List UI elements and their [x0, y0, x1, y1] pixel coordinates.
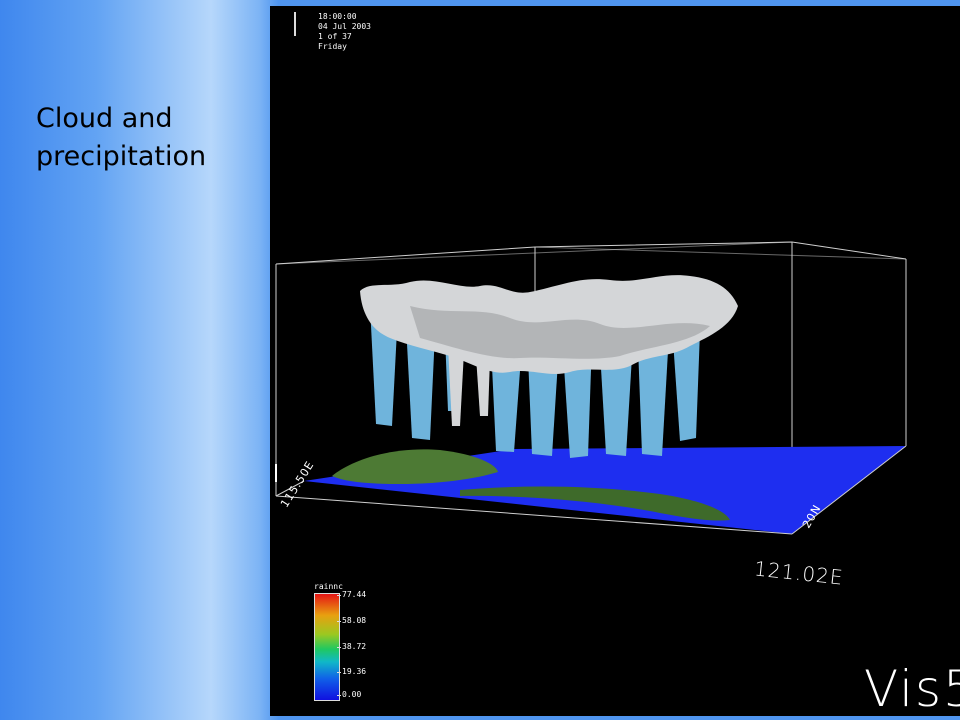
- colorbar-tick: 19.36: [336, 667, 367, 676]
- colorbar-tick: 0.00: [336, 690, 362, 699]
- precip-column: [492, 366, 520, 452]
- colorbar-variable: rainnc: [314, 582, 343, 591]
- cloud-column: [448, 346, 464, 426]
- box-top-back-edge: [275, 241, 907, 265]
- clock-time: 18:00:00: [318, 12, 357, 21]
- box-top-right-edge: [534, 246, 907, 260]
- clock-readout: 18:00:00 04 Jul 2003 1 of 37 Friday: [318, 12, 371, 52]
- clock-step: 1 of 37: [318, 32, 352, 41]
- colorbar-tick: 58.08: [336, 616, 367, 625]
- slide-title: Cloud and precipitation: [36, 100, 256, 176]
- colorbar-tick: 38.72: [336, 642, 367, 651]
- clock-weekday: Friday: [318, 42, 347, 51]
- cloud-column: [476, 356, 490, 416]
- colorbar-tick: 77.44: [336, 590, 367, 599]
- clock-date: 04 Jul 2003: [318, 22, 371, 31]
- animation-progress-bar: [294, 12, 296, 36]
- precip-column: [638, 346, 668, 456]
- slide-title-line-2: precipitation: [36, 141, 207, 172]
- vis5d-logo: Vis5D: [864, 660, 960, 716]
- slide-title-line-1: Cloud and: [36, 103, 173, 134]
- 3d-scene[interactable]: [270, 6, 960, 716]
- vis5d-viewport[interactable]: 18:00:00 04 Jul 2003 1 of 37 Friday 115.…: [270, 6, 960, 716]
